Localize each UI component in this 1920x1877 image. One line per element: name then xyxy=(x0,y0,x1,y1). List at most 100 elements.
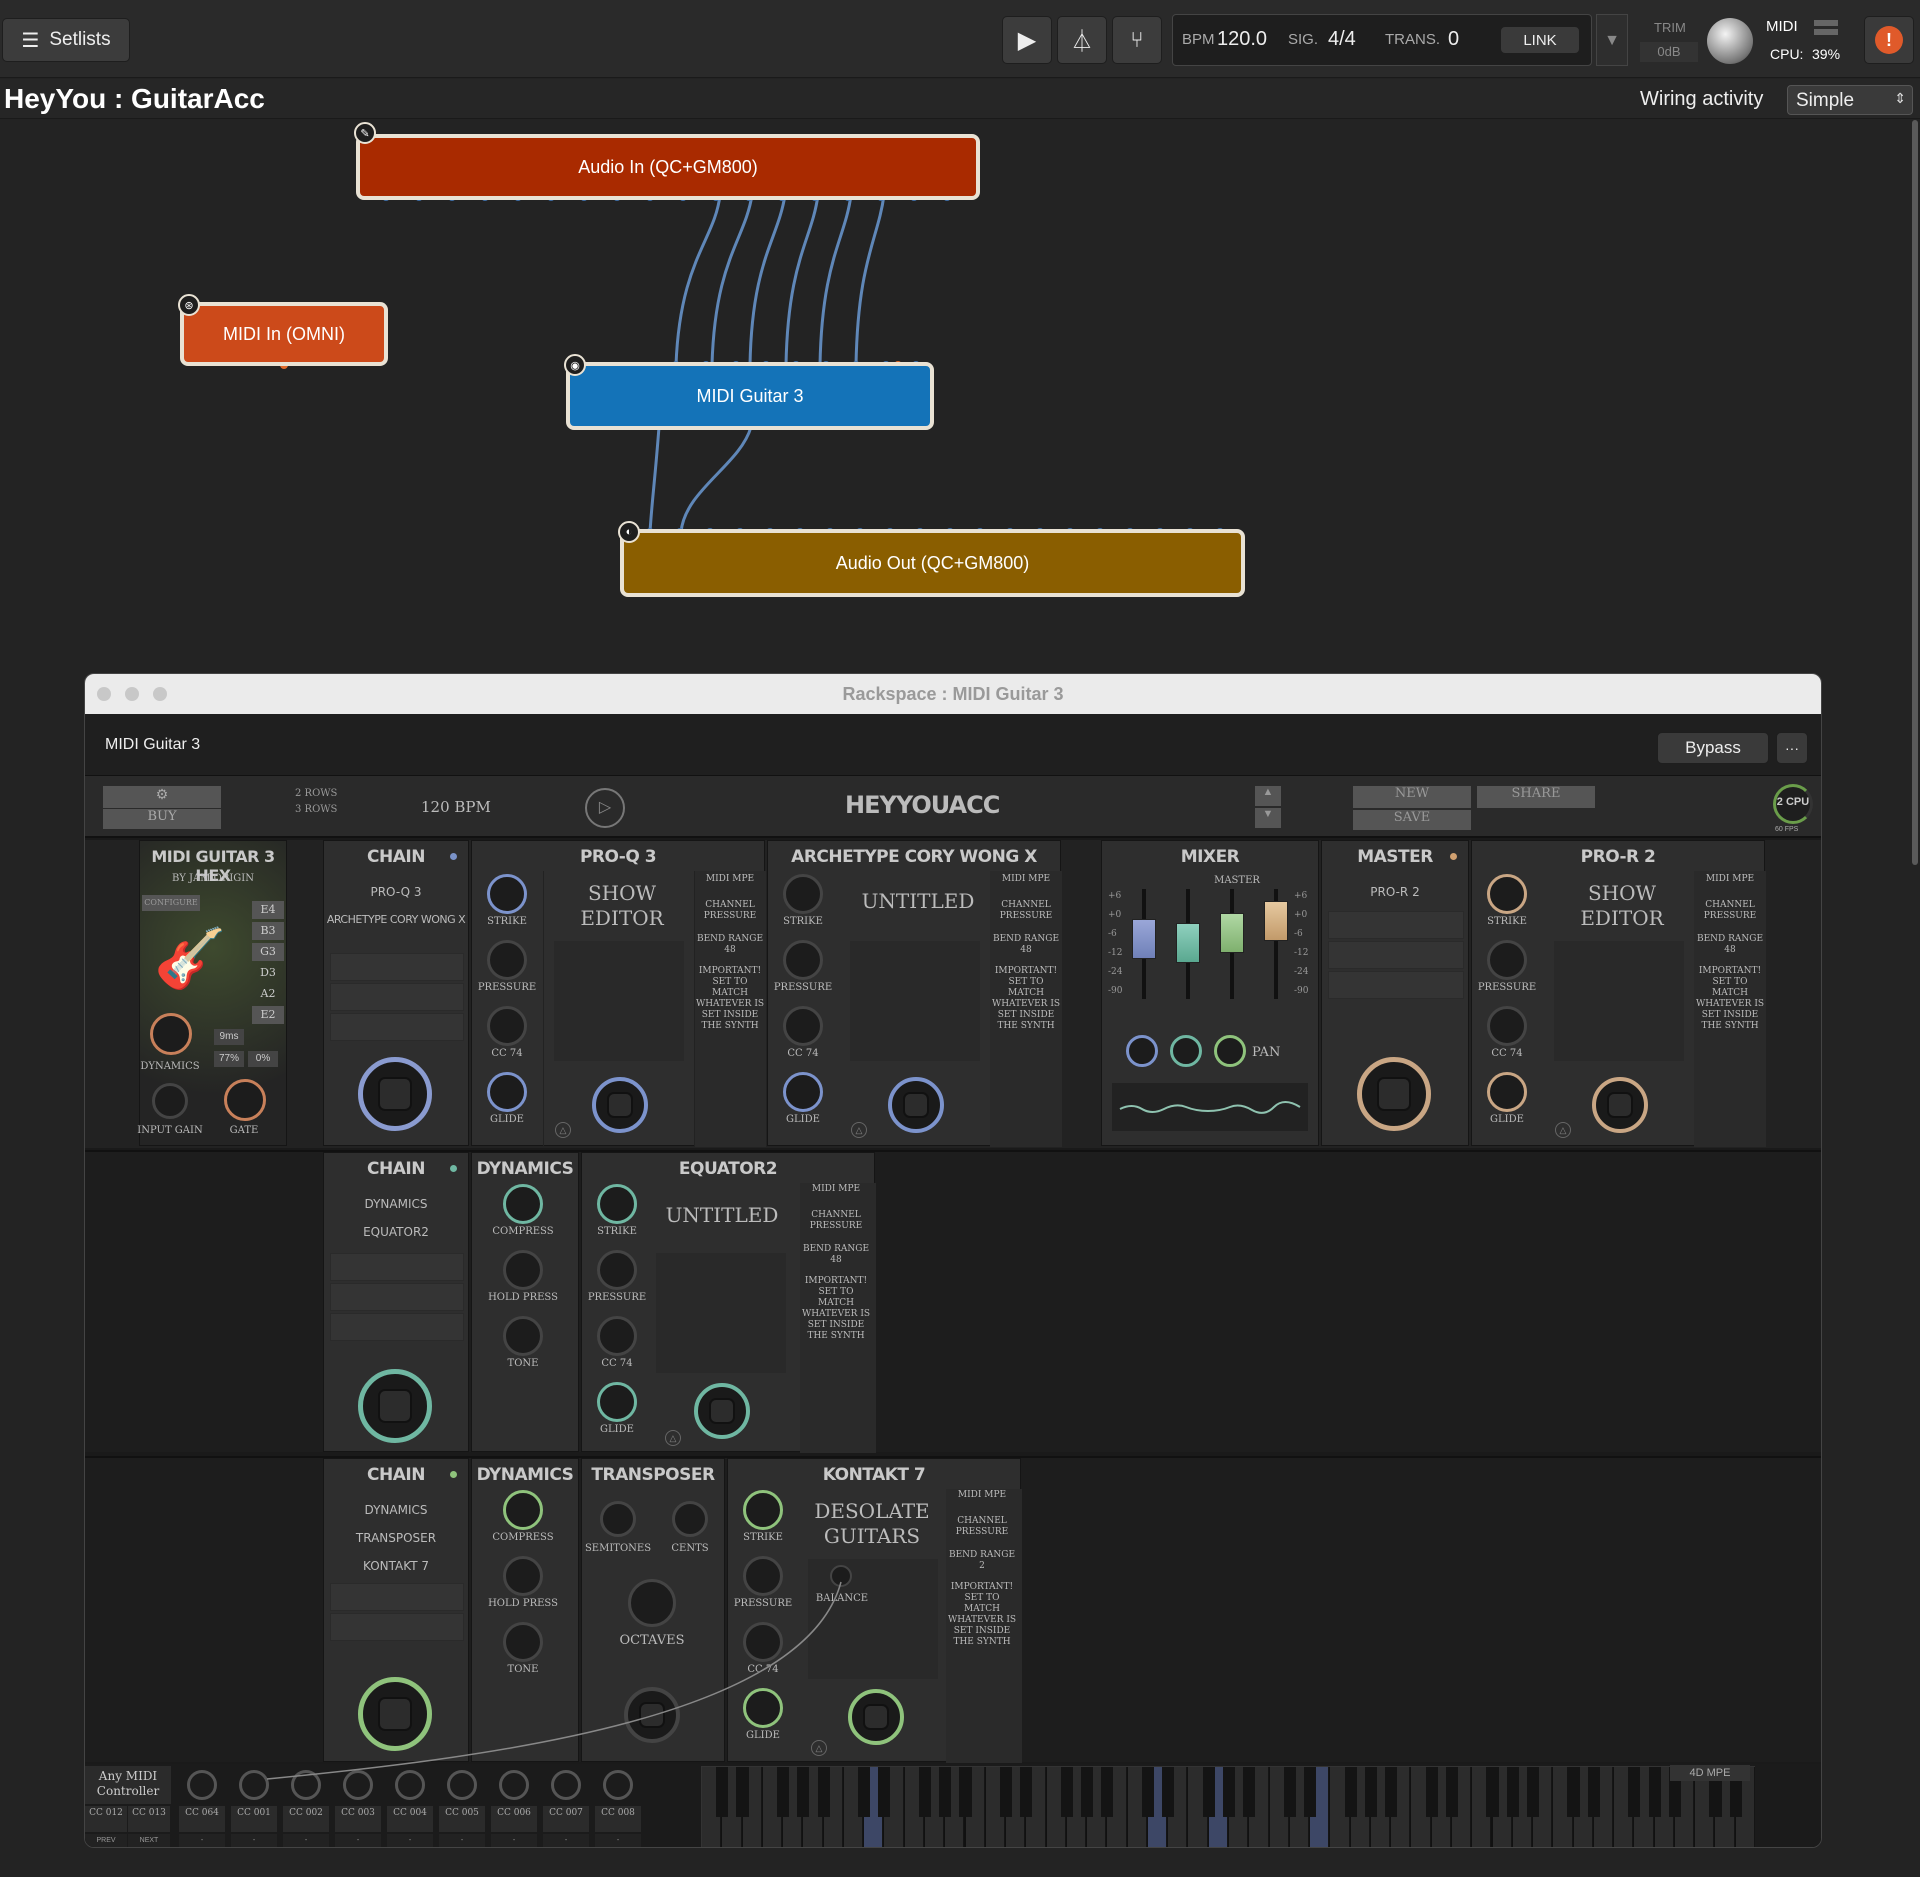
string-label[interactable]: A2 xyxy=(252,985,284,1003)
black-key[interactable] xyxy=(959,1767,972,1817)
cc-knob[interactable] xyxy=(447,1770,477,1800)
cc-knob[interactable] xyxy=(551,1770,581,1800)
black-key[interactable] xyxy=(1081,1767,1094,1817)
new-preset-button[interactable]: NEW xyxy=(1353,786,1471,808)
cc-assignment[interactable]: - xyxy=(543,1834,589,1847)
mpe-setting[interactable]: CHANNEL PRESSURE xyxy=(991,900,1061,922)
input-gain-knob[interactable] xyxy=(152,1083,188,1119)
xy-pad[interactable] xyxy=(850,941,980,1061)
mpe-setting[interactable]: IMPORTANT! SET TO MATCH WHATEVER IS SET … xyxy=(947,1582,1017,1648)
black-key[interactable] xyxy=(1567,1767,1580,1817)
preset-name[interactable]: HEYYOUACC xyxy=(845,791,1000,819)
expression-knob[interactable] xyxy=(1487,874,1527,914)
xy-pad[interactable] xyxy=(808,1559,938,1679)
cc-assignment[interactable]: - xyxy=(179,1834,225,1847)
chevron-down-icon[interactable]: ▼ xyxy=(1255,808,1281,828)
string-label[interactable]: E2 xyxy=(252,1006,284,1024)
black-key[interactable] xyxy=(1243,1767,1256,1817)
chain-slot[interactable] xyxy=(330,1013,464,1041)
cc-assignment[interactable]: PREV PATCH xyxy=(85,1834,127,1847)
wiring-mode-select[interactable]: Simple ⇕ xyxy=(1787,85,1913,115)
chain-item[interactable]: PRO-R 2 xyxy=(1322,885,1468,899)
wiring-view[interactable]: Audio In (QC+GM800) ✎ MIDI In (OMNI) ⊛ M… xyxy=(0,120,1920,665)
lock-icon[interactable]: △ xyxy=(665,1430,681,1446)
cc-assignment[interactable]: - xyxy=(491,1834,537,1847)
fader-handle[interactable] xyxy=(1132,919,1156,959)
black-key[interactable] xyxy=(918,1767,932,1817)
mpe-setting[interactable]: MIDI MPE xyxy=(695,874,765,885)
wire[interactable] xyxy=(818,194,853,366)
black-key[interactable] xyxy=(1445,1767,1459,1817)
mpe-setting[interactable]: MIDI MPE xyxy=(1695,874,1765,885)
trim-knob[interactable] xyxy=(1707,18,1753,64)
xy-pad[interactable] xyxy=(554,941,684,1061)
mpe-setting[interactable]: CHANNEL PRESSURE xyxy=(947,1516,1017,1538)
xy-pad[interactable] xyxy=(656,1253,786,1373)
expression-knob[interactable] xyxy=(1487,1006,1527,1046)
black-key[interactable] xyxy=(1283,1767,1296,1817)
expression-knob[interactable] xyxy=(743,1490,783,1530)
dynamics-knob[interactable] xyxy=(503,1250,543,1290)
expression-knob[interactable] xyxy=(597,1250,637,1290)
volume-knob[interactable] xyxy=(848,1689,904,1745)
chain-slot[interactable] xyxy=(330,1583,464,1611)
chain-volume-knob[interactable] xyxy=(358,1057,432,1131)
chain-item[interactable]: ARCHETYPE CORY WONG X xyxy=(324,913,468,926)
black-key[interactable] xyxy=(1141,1767,1154,1817)
black-key[interactable] xyxy=(1101,1767,1114,1817)
wire[interactable] xyxy=(679,426,753,533)
chain-slot[interactable] xyxy=(1328,941,1464,969)
node-midi-in[interactable]: MIDI In (OMNI) xyxy=(180,302,388,366)
expression-knob[interactable] xyxy=(783,1072,823,1112)
mpe-setting[interactable]: CHANNEL PRESSURE xyxy=(801,1210,871,1232)
volume-knob[interactable] xyxy=(694,1383,750,1439)
play-button[interactable]: ▶ xyxy=(1002,16,1052,64)
volume-knob[interactable] xyxy=(1592,1077,1648,1133)
mpe-setting[interactable]: BEND RANGE 2 xyxy=(947,1550,1017,1572)
link-button[interactable]: LINK xyxy=(1500,26,1580,54)
expression-knob[interactable] xyxy=(487,1072,527,1112)
dynamics-knob[interactable] xyxy=(503,1556,543,1596)
vertical-scrollbar[interactable] xyxy=(1912,120,1918,865)
chain-volume-knob[interactable] xyxy=(358,1677,432,1751)
zoom-window-button[interactable] xyxy=(153,687,167,701)
string-label[interactable]: B3 xyxy=(252,922,284,940)
black-key[interactable] xyxy=(1020,1767,1033,1817)
lock-icon[interactable]: △ xyxy=(811,1740,827,1756)
chevron-up-icon[interactable]: ▲ xyxy=(1255,786,1281,806)
volume-knob[interactable] xyxy=(888,1077,944,1133)
dynamics-knob[interactable] xyxy=(503,1184,543,1224)
balance-knob[interactable] xyxy=(830,1565,852,1587)
lock-icon[interactable]: △ xyxy=(851,1122,867,1138)
pan-knob[interactable] xyxy=(1170,1035,1202,1067)
mpe-setting[interactable]: MIDI MPE xyxy=(947,1490,1017,1501)
chain-volume-knob[interactable] xyxy=(358,1369,432,1443)
mpe-setting[interactable]: CHANNEL PRESSURE xyxy=(695,900,765,922)
show-editor-button[interactable]: SHOW EDITOR xyxy=(1562,881,1682,931)
octaves-knob[interactable] xyxy=(628,1579,676,1627)
expression-knob[interactable] xyxy=(487,1006,527,1046)
expression-knob[interactable] xyxy=(487,940,527,980)
volume-knob[interactable] xyxy=(624,1687,680,1743)
gate-knob[interactable] xyxy=(224,1079,266,1121)
chain-slot[interactable] xyxy=(330,1283,464,1311)
configure-button[interactable]: CONFIGURE xyxy=(142,895,200,911)
chevron-down-icon[interactable]: ▼ xyxy=(1596,14,1628,66)
save-preset-button[interactable]: SAVE xyxy=(1353,810,1471,830)
black-key[interactable] xyxy=(1303,1767,1317,1817)
volume-knob[interactable] xyxy=(592,1077,648,1133)
mpe-setting[interactable]: BEND RANGE 48 xyxy=(1695,934,1765,956)
cc-knob[interactable] xyxy=(187,1770,217,1800)
black-key[interactable] xyxy=(1162,1767,1175,1817)
black-key[interactable] xyxy=(817,1767,830,1817)
expression-knob[interactable] xyxy=(597,1382,637,1422)
mpe-setting[interactable]: IMPORTANT! SET TO MATCH WHATEVER IS SET … xyxy=(801,1276,871,1342)
mpe-setting[interactable]: BEND RANGE 48 xyxy=(801,1244,871,1266)
setlists-button[interactable]: ☰ Setlists xyxy=(2,18,130,62)
keyboard[interactable]: 4D MPE xyxy=(701,1765,1755,1847)
mpe-setting[interactable]: IMPORTANT! SET TO MATCH WHATEVER IS SET … xyxy=(1695,966,1765,1032)
close-window-button[interactable] xyxy=(97,687,111,701)
expression-knob[interactable] xyxy=(783,1006,823,1046)
black-key[interactable] xyxy=(939,1767,952,1817)
chain-item[interactable]: KONTAKT 7 xyxy=(324,1559,468,1573)
